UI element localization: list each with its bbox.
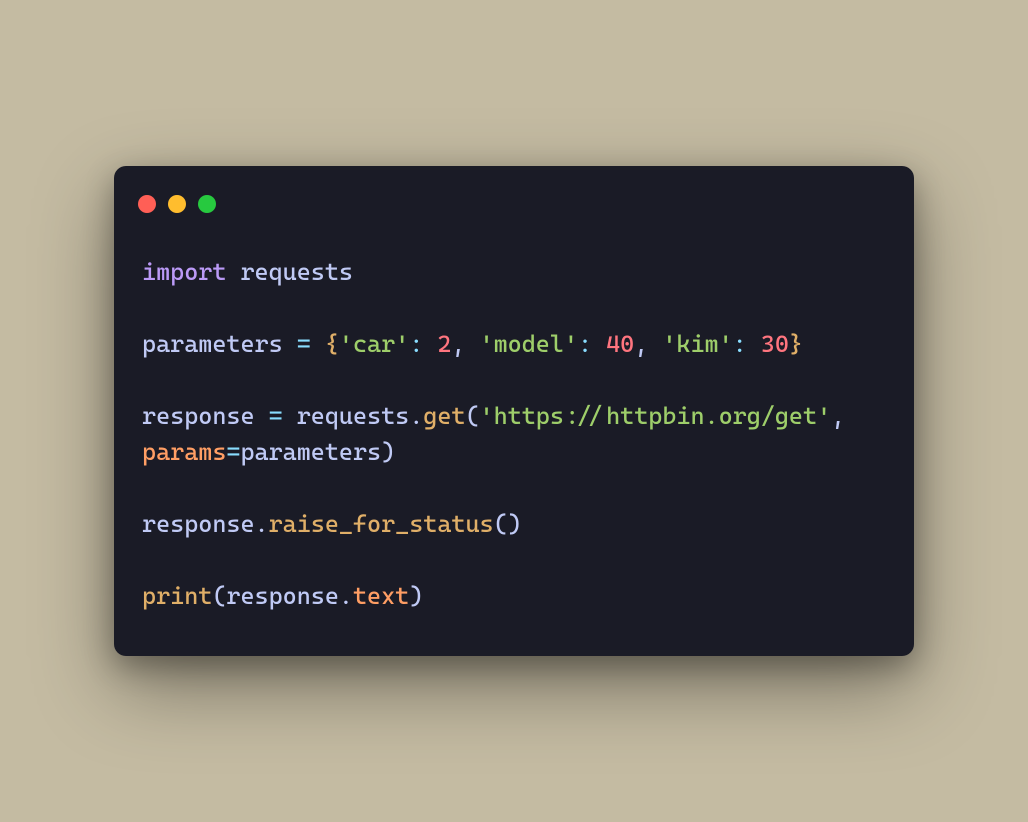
code-token [255,402,269,430]
code-token [283,330,297,358]
minimize-icon[interactable] [168,195,186,213]
code-token: : [733,330,747,358]
code-token: get [423,402,465,430]
code-token [423,330,437,358]
code-token [845,402,859,430]
code-token: 'car' [339,330,409,358]
code-token [465,330,479,358]
code-window: import requests parameters = {'car': 2, … [114,166,914,656]
code-token: response [226,582,339,610]
code-token: 2 [437,330,451,358]
code-token: requests [297,402,410,430]
code-token: params [142,438,226,466]
code-token: 40 [606,330,634,358]
code-token: = [269,402,283,430]
code-token: response [142,510,255,538]
code-token: text [353,582,409,610]
code-token: 'kim' [662,330,732,358]
code-token: ( [212,582,226,610]
code-token: = [297,330,311,358]
code-token: 'model' [480,330,578,358]
code-token: ) [508,510,522,538]
code-token: import [142,258,226,286]
close-icon[interactable] [138,195,156,213]
code-token: response [142,402,255,430]
code-token: : [409,330,423,358]
code-token: . [255,510,269,538]
code-token: raise_for_status [269,510,494,538]
code-token: = [226,438,240,466]
code-token [592,330,606,358]
code-token: { [325,330,339,358]
code-token: : [578,330,592,358]
code-token: } [789,330,803,358]
code-token [226,258,240,286]
code-token: parameters [142,330,283,358]
code-token [747,330,761,358]
code-token: 'https://httpbin.org/get' [480,402,832,430]
code-token: requests [240,258,353,286]
code-editor: import requests parameters = {'car': 2, … [114,214,914,614]
code-token: . [339,582,353,610]
code-token: ( [465,402,479,430]
window-titlebar [114,166,914,214]
code-token: ) [381,438,395,466]
code-token: parameters [240,438,381,466]
zoom-icon[interactable] [198,195,216,213]
code-token [283,402,297,430]
code-token [648,330,662,358]
code-token: print [142,582,212,610]
code-token: 30 [761,330,789,358]
code-token: , [634,330,648,358]
code-token: , [451,330,465,358]
code-token: ( [494,510,508,538]
code-token: , [831,402,845,430]
code-token [311,330,325,358]
code-token: ) [409,582,423,610]
code-token: . [409,402,423,430]
